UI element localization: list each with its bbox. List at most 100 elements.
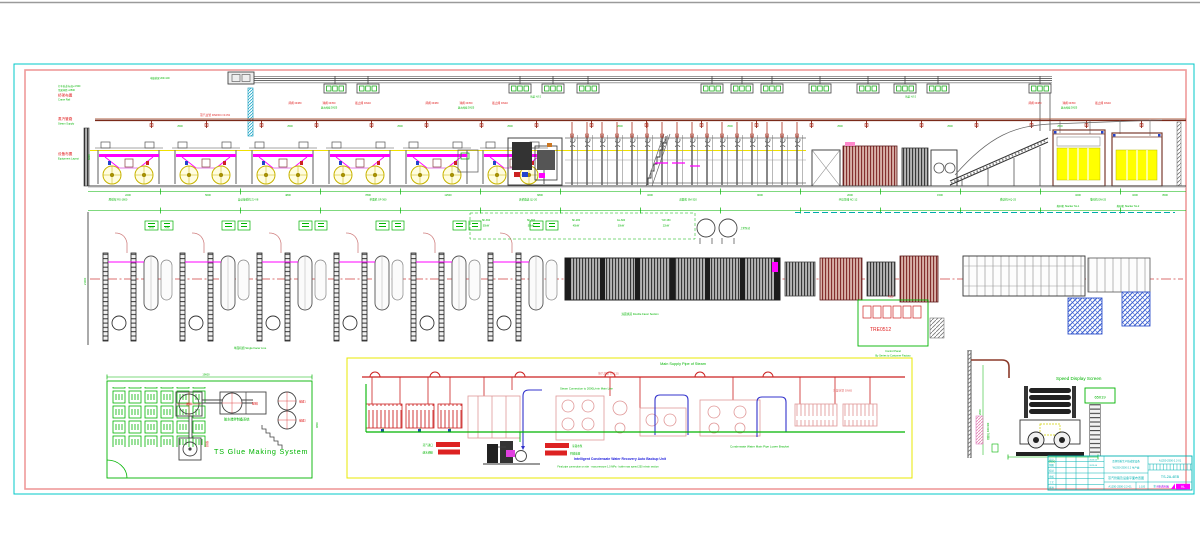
dryer-section [565,122,806,185]
svg-text:工艺: 工艺 [1049,480,1054,484]
elevation-dimensions: 2200 5600 4800 7800 12500 6800 3200 9000… [88,189,1186,209]
svg-text:9000: 9000 [757,193,763,197]
steam-main-red [362,372,905,408]
svg-text:9800: 9800 [315,422,319,428]
svg-text:GL-600: GL-600 [617,219,626,222]
section-label-cn: 桥架布置 [58,93,73,98]
duct-riser [248,88,253,136]
hanger-note: 吊架 HJ-2 [905,95,917,99]
section-label-cn: 设备布置 [58,151,73,156]
section-label-en: Crane Rail [58,98,71,102]
svg-text:5600: 5600 [205,193,211,197]
svg-text:蒸汽主管 DN125: 蒸汽主管 DN125 [598,372,619,376]
revision-strip [1148,464,1192,470]
steam-piping-diagram: Main Supply Pipe of Steam 蒸汽主管 DN125 冷凝水… [347,358,912,478]
svg-text:疏水阀组 DN25: 疏水阀组 DN25 [458,106,475,110]
svg-text:冷凝水泵: 冷凝水泵 [572,444,583,448]
svg-text:19600: 19600 [202,373,210,377]
cad-drawing-canvas: 行车轨道 标高+4.500 吊架间距 ≤2500 桥架布置 Crane Rail… [0,0,1200,557]
svg-text:SF-280: SF-280 [572,219,581,222]
svg-text:蒸汽进口: 蒸汽进口 [423,443,434,447]
piping-title: Main Supply Pipe of Steam [660,362,706,366]
piping-blue-note: Intelligent Condensate Water Recovery Au… [574,457,667,461]
winder-machine [1016,386,1084,456]
section-label-en: Steam Supply [58,122,75,126]
svg-text:7800: 7800 [365,193,371,197]
condensate-pipes-blue [521,390,786,450]
svg-text:瓦楞纸板生产线成套设备: 瓦楞纸板生产线成套设备 [1112,459,1140,463]
drawing-svg: 行车轨道 标高+4.500 吊架间距 ≤2500 桥架布置 Crane Rail… [0,0,1200,557]
speed-display-area: 2600 预留孔 300×300 Speed Display Screen 65… [968,350,1115,464]
svg-text:3200: 3200 [1075,193,1081,197]
svg-text:65019: 65019 [1094,395,1106,400]
title-block: 设计 制图 校对 审核 工艺 批准 2023.05 2023.06 瓦楞纸板生产… [1048,456,1192,490]
motor-label-box: SF-360 55kW SF-360 55kW SF-280 45kW GL-6… [470,213,695,239]
wall-opening [976,416,983,444]
svg-text:Condensate Water Main Pipe Low: Condensate Water Main Pipe Lower Bracket [730,445,789,449]
section-label-cn: 蒸汽管路 [58,116,73,121]
door-swing-arc [107,460,127,478]
company-logo: 好利用机械 HL [1156,484,1190,490]
svg-text:双面烘道 Double Facer Section: 双面烘道 Double Facer Section [621,312,659,316]
svg-text:闸阀 DN80: 闸阀 DN80 [289,101,302,105]
svg-text:纵切压线 NC-12: 纵切压线 NC-12 [839,198,858,202]
steam-branch-pipe [971,360,1009,378]
svg-text:球阀 DN50: 球阀 DN50 [1063,101,1076,105]
svg-text:2500: 2500 [1057,125,1063,128]
svg-text:2200: 2200 [125,193,131,197]
end-wall-column [1177,122,1181,186]
svg-text:疏水阀组 DN25: 疏水阀组 DN25 [1061,106,1078,110]
svg-text:截止阀 DN40: 截止阀 DN40 [355,101,371,105]
svg-text:好利用机械: 好利用机械 [1156,485,1169,489]
svg-text:球阀 DN50: 球阀 DN50 [460,101,473,105]
svg-text:45kW: 45kW [573,225,580,228]
rail-hangers: 吊架 HJ-2 吊架 HJ-2 [324,76,1051,99]
svg-text:蒸汽管路及设备平面布置图: 蒸汽管路及设备平面布置图 [1108,475,1144,480]
svg-text:疏水阀组: 疏水阀组 [423,451,434,455]
speed-display-box: 65019 [1085,388,1115,403]
left-dim: 5200 [87,154,91,160]
glue-storage-tanks: 储罐1 储罐2 [278,392,306,429]
svg-text:Steam Connection to 2000L/min: Steam Connection to 2000L/min Main Line [560,387,613,391]
svg-text:闸阀 DN80: 闸阀 DN80 [426,101,439,105]
speed-display-title: Speed Display Screen [1056,376,1102,381]
svg-text:单面机 SF-360: 单面机 SF-360 [369,198,387,202]
svg-text:30kW: 30kW [618,225,625,228]
svg-text:冷凝水管 DN65: 冷凝水管 DN65 [833,389,853,393]
wall-column [968,350,971,458]
svg-text:设计: 设计 [1049,457,1054,461]
valve-label-cluster: 闸阀 DN80 球阀 DN50 截止阀 DN40 疏水阀组 DN25 [1029,101,1112,110]
svg-text:截止阀 DN40: 截止阀 DN40 [492,101,508,105]
svg-text:风机: 风机 [165,225,170,229]
stacker-unit-2 [1112,133,1162,186]
svg-text:截止阀 DN40: 截止阀 DN40 [1095,101,1111,105]
radiator-combs [366,404,462,432]
svg-text:A1250-2500-2.2-01: A1250-2500-2.2-01 [1159,459,1182,463]
pallet-stack-1 [1068,298,1102,334]
svg-text:21000: 21000 [83,277,87,285]
svg-text:SF-360: SF-360 [482,219,491,222]
svg-text:3200: 3200 [1132,193,1138,197]
svg-text:自动接纸机 ZJ-V8: 自动接纸机 ZJ-V8 [238,198,259,202]
svg-text:2023.05: 2023.05 [1090,459,1098,461]
svg-text:Control Panel: Control Panel [885,349,901,353]
svg-text:SF-360: SF-360 [527,219,536,222]
svg-text:2023.06: 2023.06 [1090,465,1098,467]
equipment-outlines-light [468,396,877,440]
svg-text:批准: 批准 [1049,486,1054,490]
svg-text:2500: 2500 [287,125,293,128]
svg-text:55kW: 55kW [483,225,490,228]
svg-text:堆码机 Stacker No.1: 堆码机 Stacker No.1 [1057,204,1080,208]
piping-green-note: Final pipe connection on site · max pres… [557,466,659,469]
svg-text:1:100: 1:100 [1139,485,1146,488]
svg-text:55kW: 55kW [528,225,535,228]
svg-text:单面机组 Single Facer Line: 单面机组 Single Facer Line [234,346,267,350]
stacker-unit-1 [1053,130,1105,186]
splicer-machine [508,138,562,185]
panel-code: TRE0512 [870,327,891,333]
svg-text:原纸架 RS-1800: 原纸架 RS-1800 [109,198,128,202]
recovery-unit-cluster: 蒸汽进口 疏水阀组 冷凝水泵 回收装置 [423,441,583,464]
svg-text:泵组: 泵组 [205,441,210,447]
svg-text:22kW: 22kW [663,225,670,228]
svg-text:胶水搅拌制备系统: 胶水搅拌制备系统 [224,417,250,422]
